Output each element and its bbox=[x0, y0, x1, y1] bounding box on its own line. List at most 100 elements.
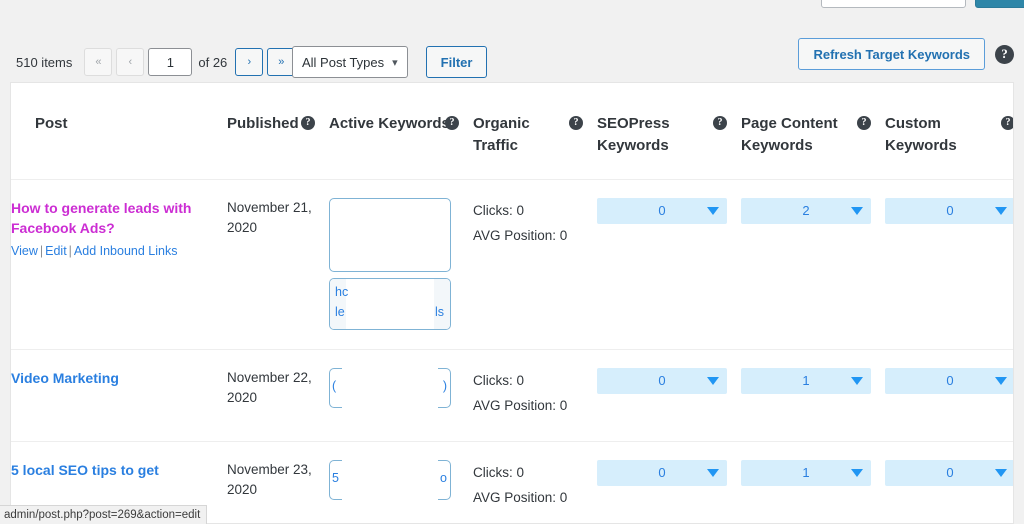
column-header-page-content-keywords[interactable]: Page Content Keywords ? bbox=[741, 83, 885, 180]
header-row: Post Published ? Active Keywords ? Organ… bbox=[11, 83, 1013, 180]
seopress-keywords-select[interactable]: 0 bbox=[597, 459, 727, 486]
page-content-keywords-select[interactable]: 1 bbox=[741, 367, 871, 394]
post-title-link[interactable]: How to generate leads with Facebook Ads? bbox=[11, 198, 227, 239]
column-header-organic-traffic[interactable]: Organic Traffic ? bbox=[473, 83, 597, 180]
cell-seopress-keywords: 0 bbox=[597, 179, 741, 350]
avg-position-value: AVG Position: 0 bbox=[473, 228, 568, 244]
avg-position-value: AVG Position: 0 bbox=[473, 398, 568, 414]
help-icon[interactable]: ? bbox=[445, 116, 459, 130]
cell-seopress-keywords: 0 bbox=[597, 349, 741, 442]
total-pages-label: of 26 bbox=[198, 54, 228, 70]
active-keywords-widget[interactable]: hc le ls bbox=[329, 197, 473, 330]
caret-down-icon bbox=[707, 206, 719, 215]
published-date: November 23, 2020 bbox=[227, 461, 312, 497]
cell-active-keywords: hc le ls bbox=[329, 179, 473, 350]
keyword-multiselect-input[interactable] bbox=[329, 197, 451, 272]
page-root: 510 items « ‹ of 26 › » All Post Types ▾… bbox=[0, 0, 1024, 524]
clicks-value: Clicks: 0 bbox=[473, 464, 525, 480]
custom-keywords-select[interactable]: 0 bbox=[885, 367, 1013, 394]
column-header-active-keywords[interactable]: Active Keywords ? bbox=[329, 83, 473, 180]
cell-published: November 23, 2020 bbox=[227, 441, 329, 523]
toolbar: 510 items « ‹ of 26 › » All Post Types ▾… bbox=[0, 10, 1024, 82]
help-icon[interactable]: ? bbox=[301, 116, 315, 130]
help-icon[interactable]: ? bbox=[1001, 116, 1013, 130]
cell-active-keywords: 5 o bbox=[329, 441, 473, 523]
clipped-fragment-left: 5 bbox=[332, 470, 339, 485]
status-bar: admin/post.php?post=269&action=edit bbox=[0, 505, 208, 524]
caret-down-icon bbox=[851, 376, 863, 385]
clicks-value: Clicks: 0 bbox=[473, 372, 525, 388]
cell-custom-keywords: 0 bbox=[885, 179, 1013, 350]
column-header-post[interactable]: Post bbox=[11, 83, 227, 180]
first-page-button[interactable]: « bbox=[84, 48, 113, 76]
custom-keywords-select[interactable]: 0 bbox=[885, 197, 1013, 224]
dropdown-option-fragment[interactable]: hc bbox=[335, 285, 348, 299]
caret-down-icon bbox=[995, 376, 1007, 385]
current-page-input[interactable] bbox=[148, 48, 193, 76]
top-partial-input[interactable] bbox=[821, 0, 966, 8]
top-partial-button[interactable] bbox=[975, 0, 1024, 8]
dropdown-rail-right bbox=[434, 278, 450, 329]
caret-down-icon bbox=[851, 468, 863, 477]
items-count: 510 items bbox=[16, 54, 73, 70]
help-icon[interactable]: ? bbox=[713, 116, 727, 130]
clipped-fragment-left: ( bbox=[332, 378, 337, 393]
dropdown-option-fragment[interactable]: ls bbox=[435, 305, 444, 319]
published-date: November 21, 2020 bbox=[227, 199, 312, 235]
post-title-link[interactable]: Video Marketing bbox=[11, 368, 119, 388]
caret-down-icon bbox=[707, 468, 719, 477]
seopress-keywords-select[interactable]: 0 bbox=[597, 367, 727, 394]
cell-organic-traffic: Clicks: 0 AVG Position: 0 bbox=[473, 179, 597, 350]
next-page-button[interactable]: › bbox=[235, 48, 264, 76]
cell-published: November 21, 2020 bbox=[227, 179, 329, 350]
cell-active-keywords: ( ) bbox=[329, 349, 473, 442]
cell-page-content-keywords: 1 bbox=[741, 349, 885, 442]
page-content-keywords-select[interactable]: 2 bbox=[741, 197, 871, 224]
cell-post: How to generate leads with Facebook Ads?… bbox=[11, 179, 227, 350]
caret-down-icon bbox=[995, 468, 1007, 477]
column-header-custom-keywords[interactable]: Custom Keywords ? bbox=[885, 83, 1013, 180]
cell-post: Video Marketing bbox=[11, 349, 227, 442]
clicks-value: Clicks: 0 bbox=[473, 202, 525, 218]
keyword-multiselect-input[interactable]: 5 o bbox=[329, 459, 451, 500]
cell-seopress-keywords: 0 bbox=[597, 441, 741, 523]
table-row: How to generate leads with Facebook Ads?… bbox=[11, 179, 1013, 350]
cell-published: November 22, 2020 bbox=[227, 349, 329, 442]
cell-organic-traffic: Clicks: 0 AVG Position: 0 bbox=[473, 349, 597, 442]
column-header-published[interactable]: Published ? bbox=[227, 83, 329, 180]
refresh-target-keywords-button[interactable]: Refresh Target Keywords bbox=[798, 38, 985, 70]
filter-group: All Post Types ▾ Filter bbox=[292, 46, 488, 78]
view-link[interactable]: View bbox=[11, 244, 38, 258]
help-icon[interactable]: ? bbox=[857, 116, 871, 130]
table-header: Post Published ? Active Keywords ? Organ… bbox=[11, 83, 1013, 180]
top-partial-strip bbox=[0, 0, 1024, 10]
post-type-select[interactable]: All Post Types ▾ bbox=[292, 46, 408, 78]
column-header-seopress-keywords[interactable]: SEOPress Keywords ? bbox=[597, 83, 741, 180]
cell-custom-keywords: 0 bbox=[885, 349, 1013, 442]
published-date: November 22, 2020 bbox=[227, 369, 312, 405]
status-bar-url: admin/post.php?post=269&action=edit bbox=[4, 509, 201, 521]
post-title-link[interactable]: 5 local SEO tips to get bbox=[11, 460, 159, 480]
help-icon[interactable]: ? bbox=[995, 44, 1014, 64]
clipped-fragment-right: o bbox=[440, 470, 447, 485]
seopress-keywords-select[interactable]: 0 bbox=[597, 197, 727, 224]
dropdown-option-fragment[interactable]: le bbox=[335, 305, 345, 319]
column-label: Custom Keywords bbox=[885, 115, 957, 154]
keyword-suggestions-dropdown[interactable]: hc le ls bbox=[329, 277, 451, 330]
cell-page-content-keywords: 1 bbox=[741, 441, 885, 523]
prev-page-button[interactable]: ‹ bbox=[116, 48, 145, 76]
keyword-multiselect-input[interactable]: ( ) bbox=[329, 367, 451, 408]
filter-button[interactable]: Filter bbox=[425, 46, 488, 78]
caret-down-icon bbox=[707, 376, 719, 385]
add-inbound-links-link[interactable]: Add Inbound Links bbox=[74, 244, 178, 258]
post-type-select-value: All Post Types bbox=[302, 54, 385, 70]
posts-table-panel: Post Published ? Active Keywords ? Organ… bbox=[10, 82, 1014, 524]
page-content-keywords-select[interactable]: 1 bbox=[741, 459, 871, 486]
pagination-group: 510 items « ‹ of 26 › » bbox=[16, 48, 299, 76]
custom-keywords-select[interactable]: 0 bbox=[885, 459, 1013, 486]
cell-page-content-keywords: 2 bbox=[741, 179, 885, 350]
help-icon[interactable]: ? bbox=[569, 116, 583, 130]
table-row: Video Marketing November 22, 2020 ( ) Cl… bbox=[11, 349, 1013, 442]
chevron-down-icon: ▾ bbox=[392, 56, 398, 69]
edit-link[interactable]: Edit bbox=[45, 244, 67, 258]
